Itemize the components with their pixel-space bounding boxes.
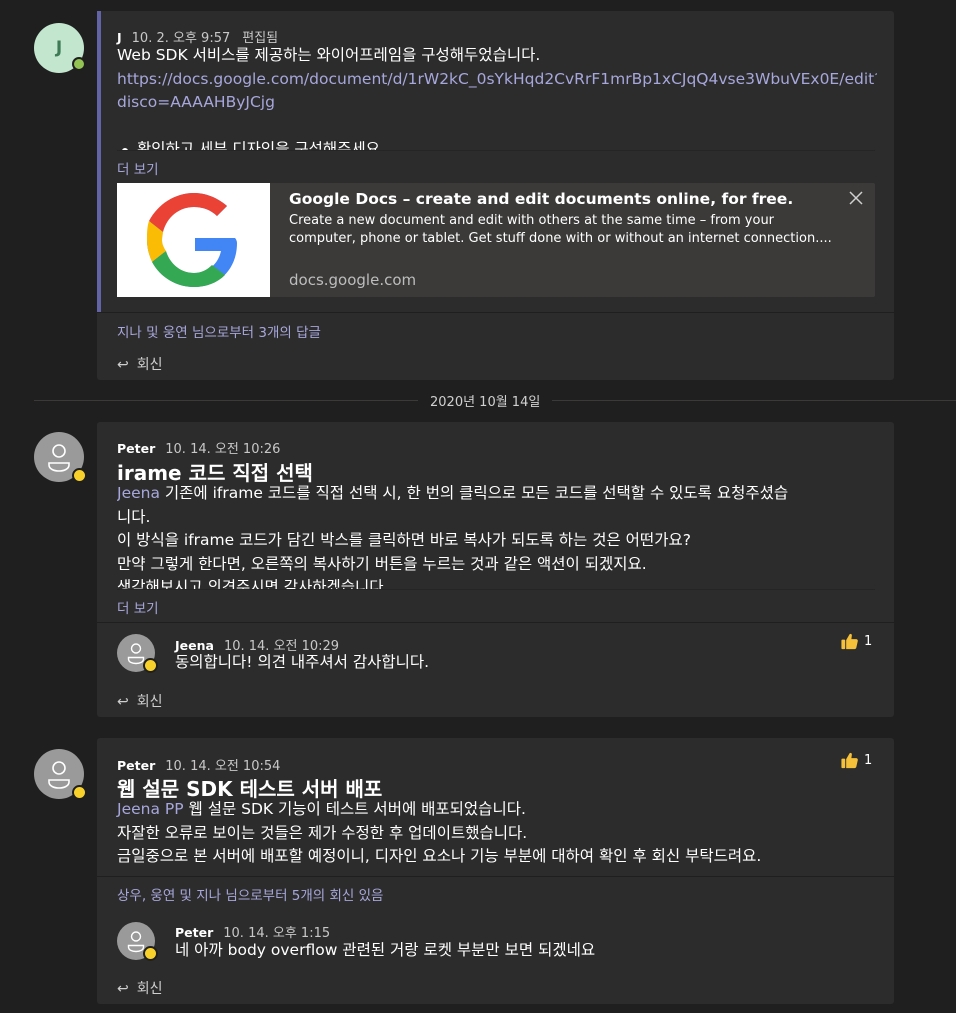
presence-available-icon (72, 57, 86, 71)
reaction-count: 1 (864, 634, 873, 649)
fade-divider (117, 150, 875, 151)
reaction-count: 1 (864, 753, 873, 768)
message-line: Web SDK 서비스를 제공하는 와이어프레임을 구성해두었습니다. (117, 46, 541, 64)
mention-jeena-pp[interactable]: Jeena PP (117, 800, 184, 818)
mention-jeena[interactable]: Jeena (117, 484, 160, 502)
message-meta: Peter 10. 14. 오전 10:26 (117, 438, 280, 457)
bullet-text: 확인하고 세부 디자인을 구성해주세요 (137, 139, 380, 151)
message-line: 기존에 iframe 코드를 직접 선택 시, 한 번의 클릭으로 모든 코드를… (159, 484, 789, 502)
avatar-initial: J (55, 38, 63, 58)
reply-label: 회신 (136, 694, 163, 710)
card-divider (97, 312, 894, 313)
reply-button[interactable]: ↩ 회신 (117, 978, 163, 998)
doc-link[interactable]: https://docs.google.com/document/d/1rW2k… (117, 68, 877, 92)
author-name[interactable]: Peter (117, 441, 155, 456)
reply-text: 네 아까 body overflow 관련된 거랑 로켓 부분만 보면 되겠네요 (175, 941, 596, 959)
reply-arrow-icon: ↩ (117, 357, 129, 373)
thumbs-up-icon (841, 633, 858, 650)
author-name[interactable]: J (117, 30, 122, 45)
message-body: Web SDK 서비스를 제공하는 와이어프레임을 구성해두었습니다. http… (117, 44, 877, 150)
presence-away-icon (143, 946, 158, 961)
message-line: 이 방식을 iframe 코드가 담긴 박스를 클릭하면 바로 복사가 되도록 … (117, 531, 691, 549)
presence-away-icon (72, 468, 87, 483)
message-line: 만약 그렇게 한다면, 오른쪽의 복사하기 버튼을 누르는 것과 같은 액션이 … (117, 554, 647, 573)
reply-button[interactable]: ↩ 회신 (117, 691, 163, 711)
see-more-link[interactable]: 더 보기 (117, 597, 159, 617)
author-name[interactable]: Peter (117, 758, 155, 773)
message-line: 생각해보시고 의견주시면 감사하겠습니다 (117, 578, 384, 589)
google-logo (117, 183, 270, 297)
message-line: 자잘한 오류로 보이는 것들은 제가 수정한 후 업데이트했습니다. (117, 823, 528, 842)
reply-arrow-icon: ↩ (117, 981, 129, 997)
preview-description: Create a new document and edit with othe… (289, 213, 832, 246)
preview-domain: docs.google.com (289, 271, 417, 289)
avatar-peter[interactable] (34, 749, 87, 800)
reply-summary[interactable]: 상우, 웅연 및 지나 님으로부터 5개의 회신 있음 (117, 884, 383, 904)
see-more-link[interactable]: 더 보기 (117, 158, 159, 178)
date-separator: 2020년 10월 14일 (418, 391, 553, 410)
reaction-like[interactable]: 1 (840, 632, 872, 651)
thumbs-up-icon (841, 752, 858, 769)
fade-divider (117, 589, 875, 590)
reply-text: 동의합니다! 의견 내주셔서 감사합니다. (175, 653, 430, 671)
edited-accent-bar (97, 11, 101, 313)
message-line: 니다. (117, 507, 151, 526)
reply-button[interactable]: ↩ 회신 (117, 354, 163, 374)
avatar-jeena[interactable] (117, 634, 158, 673)
timestamp: 10. 14. 오전 10:54 (165, 759, 281, 774)
reaction-like[interactable]: 1 (840, 751, 872, 770)
reply-arrow-icon: ↩ (117, 694, 129, 710)
timestamp: 10. 14. 오전 10:26 (165, 442, 281, 457)
presence-away-icon (72, 785, 87, 800)
author-name[interactable]: Peter (175, 925, 213, 940)
presence-away-icon (143, 658, 158, 673)
avatar-peter[interactable] (117, 922, 158, 961)
card-divider (97, 622, 894, 623)
doc-link-cont[interactable]: disco=AAAAHByJCjg (117, 91, 877, 115)
avatar-peter[interactable] (34, 432, 87, 483)
message-line: 금일중으로 본 서버에 배포할 예정이니, 디자인 요소나 기능 부분에 대하여… (117, 847, 762, 865)
close-icon[interactable] (847, 189, 865, 207)
message-line: 웹 설문 SDK 기능이 테스트 서버에 배포되었습니다. (183, 800, 526, 818)
card-divider (97, 876, 894, 877)
preview-title[interactable]: Google Docs – create and edit documents … (289, 190, 793, 208)
bullet-item: 확인하고 세부 디자인을 구성해주세요 (117, 138, 877, 151)
reply-summary[interactable]: 지나 및 웅연 님으로부터 3개의 답글 (117, 321, 321, 341)
message-body: Jeena PP 웹 설문 SDK 기능이 테스트 서버에 배포되었습니다. 자… (117, 798, 882, 869)
message-meta: Peter 10. 14. 오전 10:54 (117, 755, 280, 774)
avatar-j[interactable]: J (34, 23, 86, 73)
message-body: Jeena 기존에 iframe 코드를 직접 선택 시, 한 번의 클릭으로 … (117, 482, 882, 589)
link-preview-card[interactable]: Google Docs – create and edit documents … (117, 183, 875, 297)
reply-label: 회신 (136, 357, 163, 373)
reply-label: 회신 (136, 981, 163, 997)
